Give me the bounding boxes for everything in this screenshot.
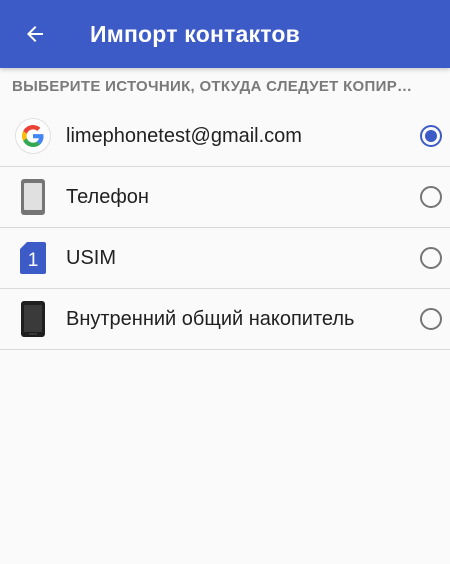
google-icon <box>15 118 51 154</box>
phone-icon <box>21 179 45 215</box>
radio-button[interactable] <box>420 308 442 330</box>
sim-card-icon: 1 <box>20 242 46 274</box>
svg-text:1: 1 <box>28 250 39 271</box>
source-label: Телефон <box>66 185 149 208</box>
source-item-internal-storage[interactable]: Внутренний общий накопитель <box>0 289 450 350</box>
radio-button[interactable] <box>420 247 442 269</box>
page-title: Импорт контактов <box>90 20 300 47</box>
radio-button-selected[interactable] <box>420 125 442 147</box>
source-label: Внутренний общий накопитель <box>66 307 355 330</box>
source-list: limephonetest@gmail.com Телефон 1 USIM В… <box>0 106 450 350</box>
internal-storage-icon <box>21 301 45 337</box>
source-item-phone[interactable]: Телефон <box>0 167 450 228</box>
source-item-usim[interactable]: 1 USIM <box>0 228 450 289</box>
app-bar: Импорт контактов <box>0 0 450 68</box>
source-item-google-account[interactable]: limephonetest@gmail.com <box>0 106 450 167</box>
source-label: USIM <box>66 246 116 269</box>
arrow-back-icon <box>27 26 43 42</box>
back-button[interactable] <box>6 0 64 68</box>
source-label: limephonetest@gmail.com <box>66 124 302 147</box>
radio-button[interactable] <box>420 186 442 208</box>
section-header: ВЫБЕРИТЕ ИСТОЧНИК, ОТКУДА СЛЕДУЕТ КОПИР… <box>12 78 413 95</box>
